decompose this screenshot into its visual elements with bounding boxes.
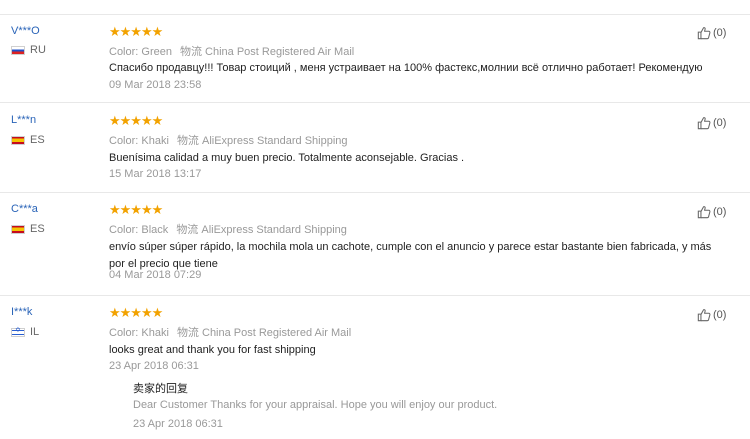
reviewer-name: I***k: [11, 306, 33, 318]
review-attributes: Color: Khaki 物流 AliExpress Standard Shipp…: [109, 132, 348, 148]
helpful-button[interactable]: (0): [697, 308, 726, 322]
review-divider: [0, 192, 750, 193]
review-text: Спасибо продавцу!!! Товар стоиций , меня…: [109, 62, 703, 74]
logistics-label: 物流: [176, 327, 199, 339]
review-attributes: Color: Khaki 物流 China Post Registered Air…: [109, 324, 351, 340]
review-attributes: Color: Green 物流 China Post Registered Air…: [109, 43, 354, 59]
reviewer-country: ES: [11, 223, 45, 235]
helpful-count: (0): [713, 309, 727, 321]
color-value: Khaki: [141, 327, 169, 339]
country-code: RU: [30, 44, 46, 56]
thumbs-up-icon: [697, 308, 711, 322]
thumbs-up-icon: [697, 205, 711, 219]
review-date: 15 Mar 2018 13:17: [109, 168, 202, 180]
review-text: Buenísima calidad a muy buen precio. Tot…: [109, 152, 465, 164]
israel-flag-icon: [11, 326, 25, 337]
reviewer-name: L***n: [11, 114, 37, 126]
helpful-button[interactable]: (0): [697, 26, 726, 40]
review-date: 09 Mar 2018 23:58: [109, 79, 202, 91]
top-divider: [0, 14, 750, 15]
color-label: Color:: [109, 135, 139, 147]
review-text: looks great and thank you for fast shipp…: [109, 344, 316, 356]
helpful-button[interactable]: (0): [697, 205, 726, 219]
country-code: ES: [30, 223, 45, 235]
color-label: Color:: [109, 46, 139, 58]
shipping-value: China Post Registered Air Mail: [202, 327, 352, 339]
country-code: ES: [30, 134, 45, 146]
shipping-value: AliExpress Standard Shipping: [201, 224, 347, 236]
shipping-value: AliExpress Standard Shipping: [202, 135, 348, 147]
review-divider: [0, 102, 750, 103]
helpful-count: (0): [713, 27, 727, 39]
color-value: Green: [141, 46, 172, 58]
helpful-button[interactable]: (0): [697, 116, 726, 130]
helpful-count: (0): [713, 117, 727, 129]
review-attributes: Color: Black 物流 AliExpress Standard Shipp…: [109, 221, 347, 237]
review-text: envío súper súper rápido, la mochila mol…: [109, 241, 712, 270]
review-date: 04 Mar 2018 07:29: [109, 269, 202, 281]
reviewer-country: RU: [11, 44, 46, 56]
rating-stars: ★★★★★: [109, 24, 163, 39]
spain-flag-icon: [11, 224, 25, 234]
logistics-label: 物流: [179, 46, 202, 58]
color-label: Color:: [109, 327, 139, 339]
rating-stars: ★★★★★: [109, 305, 163, 320]
seller-reply-date: 23 Apr 2018 06:31: [133, 418, 223, 430]
rating-stars: ★★★★★: [109, 113, 163, 128]
thumbs-up-icon: [697, 116, 711, 130]
reviewer-name: V***O: [11, 25, 40, 37]
country-code: IL: [30, 326, 40, 338]
helpful-count: (0): [713, 206, 727, 218]
shipping-value: China Post Registered Air Mail: [205, 46, 355, 58]
color-label: Color:: [109, 224, 139, 236]
seller-reply-title: 卖家的回复: [133, 383, 188, 395]
color-value: Black: [141, 224, 169, 236]
spain-flag-icon: [11, 135, 25, 145]
seller-reply-text: Dear Customer Thanks for your appraisal.…: [133, 399, 498, 411]
reviewer-name: C***a: [11, 203, 38, 215]
thumbs-up-icon: [697, 26, 711, 40]
logistics-label: 物流: [176, 135, 199, 147]
reviewer-country: ES: [11, 134, 45, 146]
review-divider: [0, 295, 750, 296]
review-date: 23 Apr 2018 06:31: [109, 360, 199, 372]
reviewer-country: IL: [11, 326, 39, 338]
russia-flag-icon: [11, 45, 25, 55]
logistics-label: 物流: [176, 224, 199, 236]
color-value: Khaki: [141, 135, 169, 147]
rating-stars: ★★★★★: [109, 202, 163, 217]
